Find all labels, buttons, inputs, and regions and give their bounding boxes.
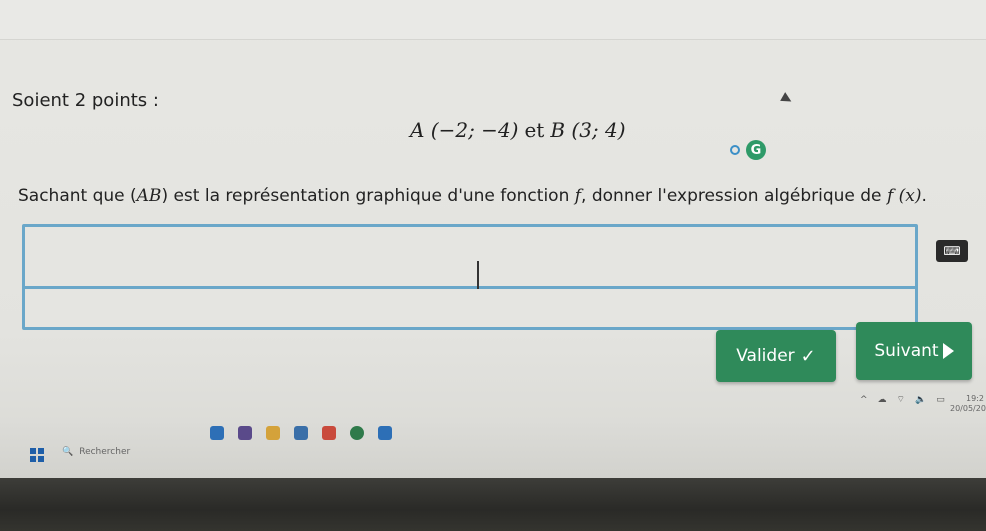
- valider-label: Valider: [736, 346, 795, 366]
- point-a: A (−2; −4): [410, 118, 519, 142]
- grammar-extension-icon[interactable]: G: [746, 140, 766, 160]
- instruction-end: .: [921, 186, 927, 206]
- volume-icon[interactable]: 🔈: [915, 395, 926, 405]
- conjunction: et: [524, 118, 545, 142]
- start-tile: [30, 448, 36, 454]
- clock-date: 20/05/202: [950, 404, 986, 413]
- folder-icon[interactable]: [266, 426, 280, 440]
- instruction-pre: Sachant que (: [18, 186, 137, 206]
- play-icon: [942, 343, 954, 359]
- points-formula: A (−2; −4) et B (3; 4): [410, 118, 626, 142]
- instruction-fx: f (x): [886, 186, 922, 206]
- taskbar-search[interactable]: 🔍 Rechercher: [56, 440, 206, 464]
- windows-start-icon[interactable]: [30, 448, 44, 462]
- chevron-up-icon[interactable]: ^: [860, 395, 868, 405]
- search-icon: 🔍: [62, 447, 74, 457]
- question-title: Soient 2 points :: [12, 90, 159, 111]
- valider-button[interactable]: Valider ✓: [716, 330, 836, 382]
- mouse-cursor-icon: [780, 92, 794, 106]
- app-icon[interactable]: [378, 426, 392, 440]
- search-placeholder: Rechercher: [79, 447, 131, 457]
- top-bar: [0, 0, 986, 40]
- extension-badges[interactable]: G: [730, 140, 766, 160]
- instruction-post: , donner l'expression algébrique de: [581, 186, 887, 206]
- app-icon[interactable]: [294, 426, 308, 440]
- app-icon[interactable]: [238, 426, 252, 440]
- start-tile: [38, 456, 44, 462]
- check-icon: ✓: [800, 345, 816, 367]
- location-dot-icon[interactable]: [730, 145, 740, 155]
- cloud-icon[interactable]: ☁: [878, 395, 887, 405]
- answer-input[interactable]: [22, 224, 918, 330]
- instruction-mid: ) est la représentation graphique d'une …: [161, 186, 575, 206]
- question-instruction: Sachant que (AB) est la représentation g…: [18, 186, 978, 206]
- browser-icon[interactable]: [350, 426, 364, 440]
- point-b: B (3; 4): [550, 118, 626, 142]
- taskbar-apps: [210, 426, 392, 440]
- start-tile: [30, 456, 36, 462]
- suivant-button[interactable]: Suivant: [856, 322, 972, 380]
- app-icon[interactable]: [210, 426, 224, 440]
- answer-input-line[interactable]: [25, 251, 915, 289]
- battery-icon[interactable]: ▭: [936, 395, 945, 405]
- text-caret: [477, 261, 479, 289]
- virtual-keyboard-button[interactable]: ⌨: [936, 240, 968, 262]
- start-tile: [38, 448, 44, 454]
- keyboard-icon: ⌨: [943, 244, 961, 258]
- instruction-ab: AB: [136, 186, 162, 206]
- monitor-bezel: [0, 478, 986, 531]
- wifi-icon[interactable]: ⌔: [897, 394, 905, 405]
- app-icon[interactable]: [322, 426, 336, 440]
- clock[interactable]: 19:2 20/05/202: [950, 394, 986, 414]
- system-tray: ^ ☁ ⌔ 🔈 ▭: [860, 394, 945, 406]
- screen: Soient 2 points : A (−2; −4) et B (3; 4) G…: [0, 0, 986, 478]
- clock-time: 19:2: [966, 394, 984, 403]
- suivant-label: Suivant: [874, 341, 939, 361]
